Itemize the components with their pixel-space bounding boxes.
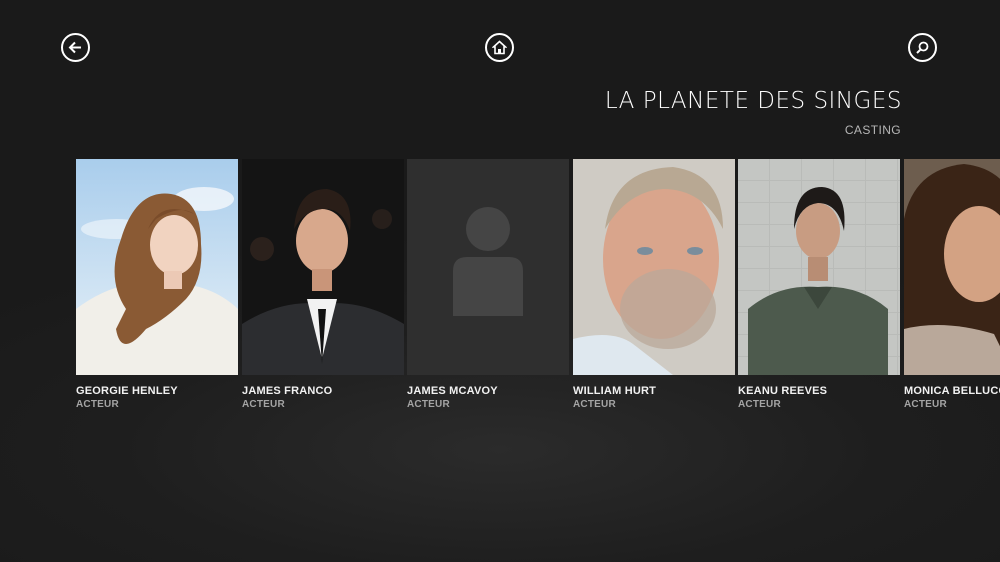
actor-photo-placeholder bbox=[407, 159, 569, 375]
home-icon bbox=[492, 40, 507, 55]
actor-photo bbox=[904, 159, 1000, 375]
actor-role: ACTEUR bbox=[76, 399, 119, 410]
cast-card[interactable]: WILLIAM HURT ACTEUR bbox=[573, 159, 735, 410]
actor-name: JAMES MCAVOY bbox=[407, 385, 498, 397]
actor-name: MONICA BELLUCC bbox=[904, 385, 1000, 397]
actor-name: KEANU REEVES bbox=[738, 385, 828, 397]
actor-photo bbox=[242, 159, 404, 375]
actor-role: ACTEUR bbox=[242, 399, 285, 410]
actor-role: ACTEUR bbox=[738, 399, 781, 410]
search-button[interactable] bbox=[908, 33, 937, 62]
back-button[interactable] bbox=[61, 33, 90, 62]
cast-card[interactable]: JAMES FRANCO ACTEUR bbox=[242, 159, 404, 410]
cast-card[interactable]: GEORGIE HENLEY ACTEUR bbox=[76, 159, 238, 410]
page-title: LA PLANETE DES SINGES bbox=[604, 88, 902, 114]
cast-card[interactable]: KEANU REEVES ACTEUR bbox=[738, 159, 900, 410]
cast-strip[interactable]: GEORGIE HENLEY ACTEUR JAMES FRANCO ACTEU… bbox=[0, 159, 1000, 429]
actor-name: GEORGIE HENLEY bbox=[76, 385, 178, 397]
home-button[interactable] bbox=[485, 33, 514, 62]
actor-name: JAMES FRANCO bbox=[242, 385, 333, 397]
cast-card[interactable]: MONICA BELLUCC ACTEUR bbox=[904, 159, 1000, 410]
actor-role: ACTEUR bbox=[407, 399, 450, 410]
actor-name: WILLIAM HURT bbox=[573, 385, 657, 397]
page-subtitle: CASTING bbox=[844, 123, 901, 137]
cast-card[interactable]: JAMES MCAVOY ACTEUR bbox=[407, 159, 569, 410]
actor-photo bbox=[76, 159, 238, 375]
actor-role: ACTEUR bbox=[573, 399, 616, 410]
actor-role: ACTEUR bbox=[904, 399, 947, 410]
back-arrow-icon bbox=[67, 39, 84, 56]
search-icon bbox=[915, 40, 930, 55]
actor-photo bbox=[573, 159, 735, 375]
actor-photo bbox=[738, 159, 900, 375]
